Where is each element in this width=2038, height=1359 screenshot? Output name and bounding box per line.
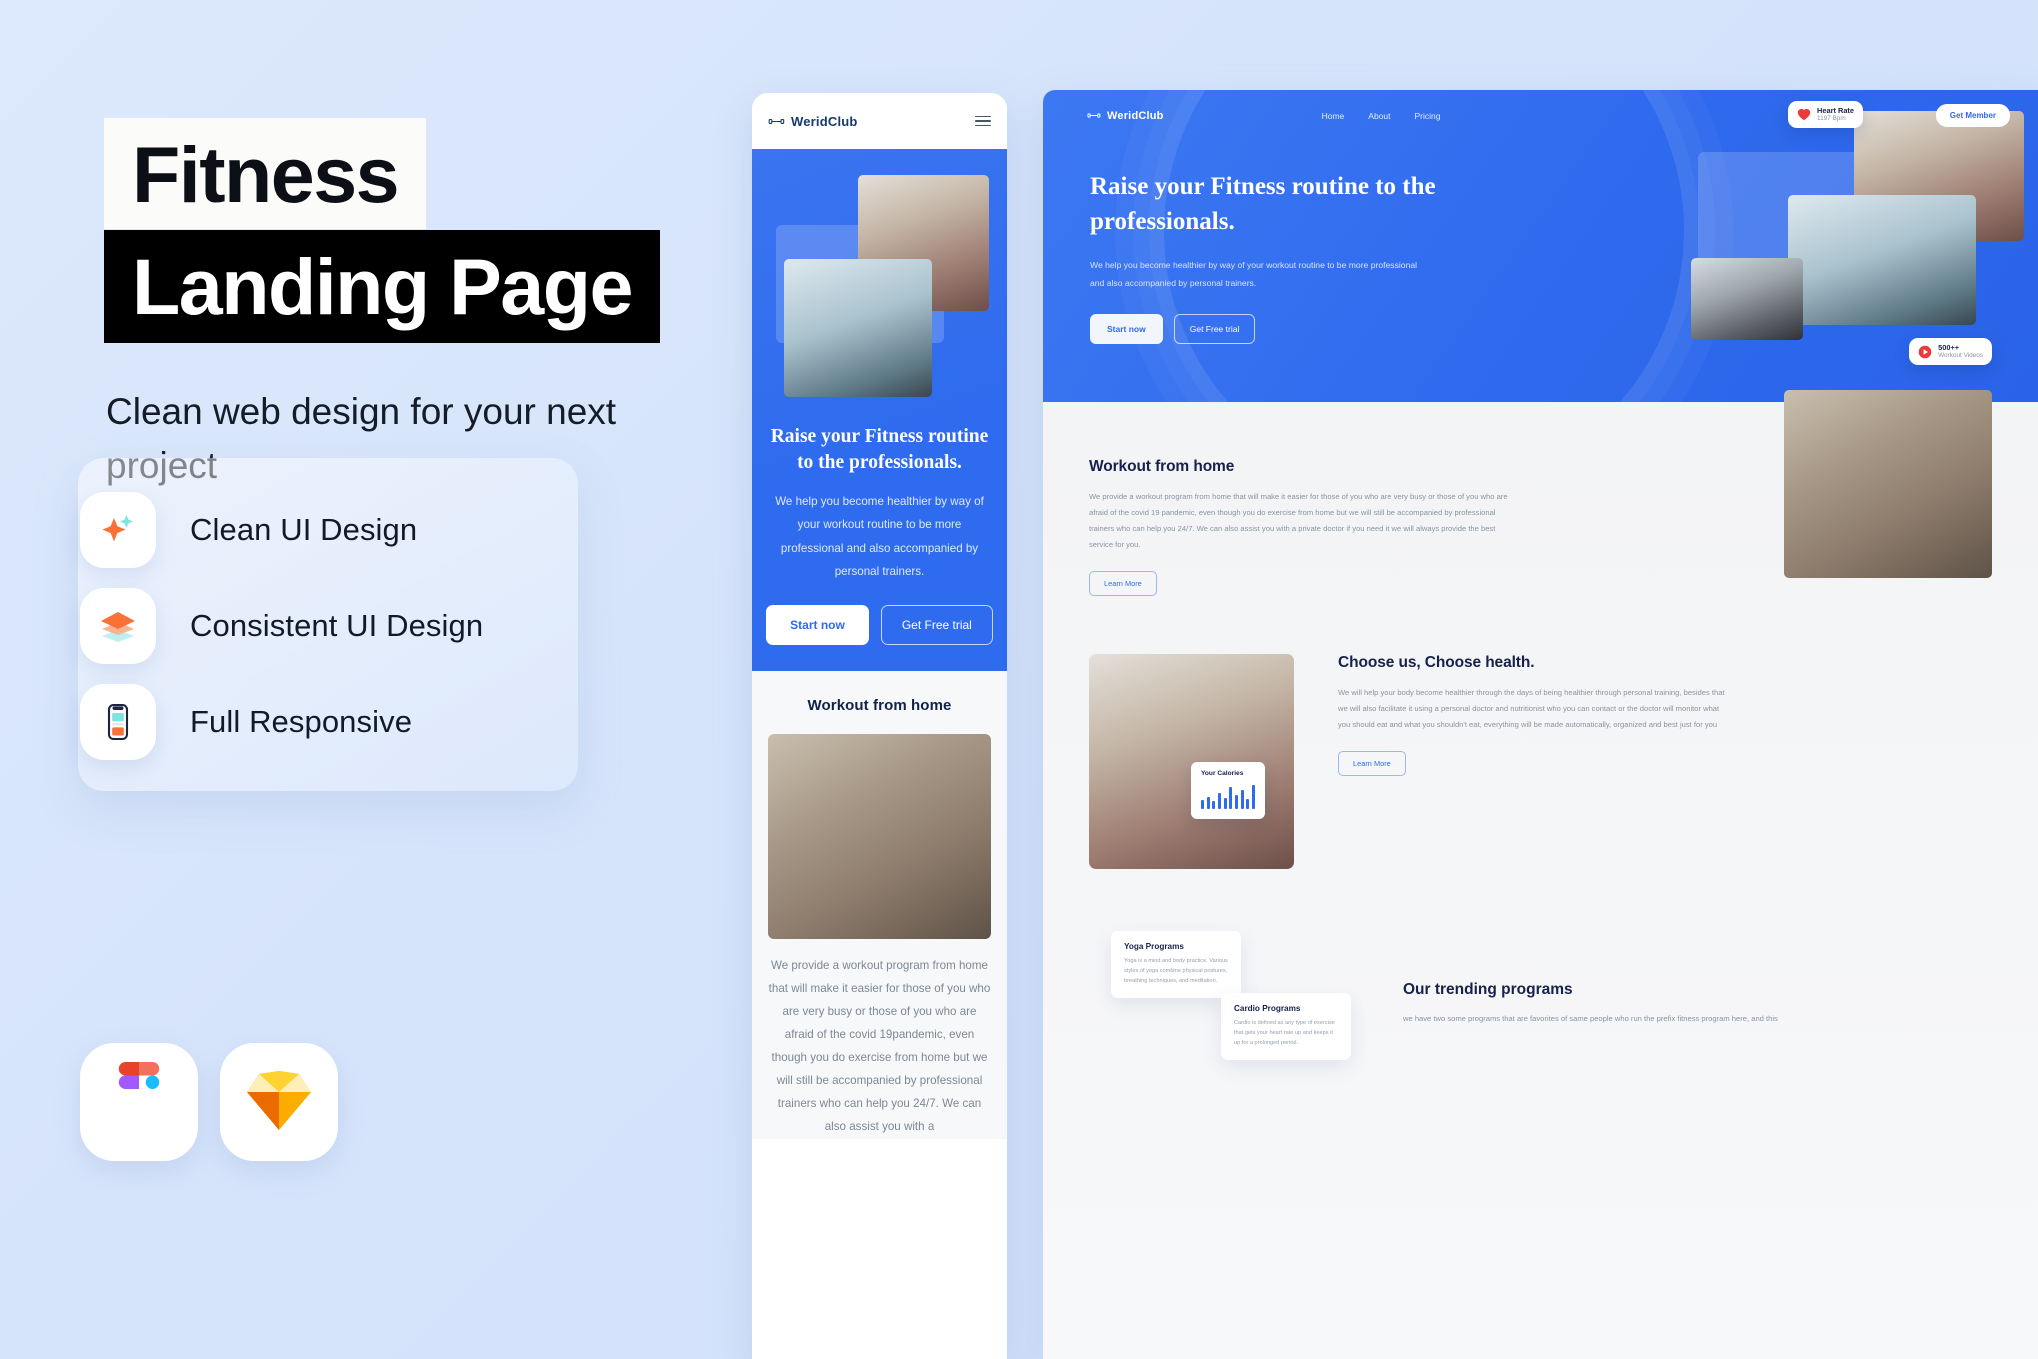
mobile-mockup: WeridClub Raise your Fitness routine to … bbox=[752, 93, 1007, 1359]
desktop-body: Workout from home We provide a workout p… bbox=[1043, 390, 2038, 1359]
programs-section: Yoga Programs Yoga is a mind and body pr… bbox=[1043, 930, 2038, 1141]
hero-photo-small bbox=[1691, 258, 1803, 340]
choose-us-heading: Choose us, Choose health. bbox=[1338, 653, 1535, 671]
learn-more-button[interactable]: Learn More bbox=[1338, 750, 1406, 776]
mobile-hero: Raise your Fitness routine to the profes… bbox=[752, 149, 1007, 671]
desktop-nav-links: Home About Pricing bbox=[1322, 111, 1441, 121]
hamburger-menu-icon[interactable] bbox=[975, 115, 991, 127]
mobile-brand[interactable]: WeridClub bbox=[768, 114, 858, 129]
trending-heading: Our trending programs bbox=[1403, 980, 1573, 998]
nav-link-about[interactable]: About bbox=[1368, 111, 1390, 121]
list-item: Consistent UI Design bbox=[80, 588, 700, 664]
desktop-hero-heading: Raise your Fitness routine to the profes… bbox=[1090, 173, 1436, 235]
desktop-brand[interactable]: WeridClub bbox=[1087, 110, 1164, 122]
workout-paragraph: We provide a workout program from home t… bbox=[1089, 492, 1508, 549]
calories-card-title: Your Calories bbox=[1201, 770, 1244, 777]
workout-from-home-section: Workout from home We provide a workout p… bbox=[1043, 390, 2038, 596]
workout-videos-badge: 500++ Workout Videos bbox=[1909, 338, 1992, 366]
calorie-bar bbox=[1234, 795, 1239, 809]
workout-heading: Workout from home bbox=[1089, 458, 1235, 475]
figma-logo bbox=[80, 1043, 198, 1161]
desktop-hero: WeridClub Home About Pricing Get Member … bbox=[1043, 90, 2038, 402]
mobile-section-heading: Workout from home bbox=[807, 697, 952, 714]
desktop-hero-paragraph: We help you become healthier by way of y… bbox=[1090, 260, 1418, 288]
learn-more-button[interactable]: Learn More bbox=[1089, 570, 1157, 596]
calorie-bar bbox=[1212, 801, 1216, 809]
badge-value: 1197 Bpm bbox=[1817, 115, 1846, 123]
program-description: Cardio is defined as any type of exercis… bbox=[1234, 1019, 1335, 1047]
desktop-navbar: WeridClub Home About Pricing Get Member bbox=[1043, 90, 2038, 127]
choose-us-text-block: Choose us, Choose health. We will help y… bbox=[1338, 654, 1728, 776]
feature-label: Consistent UI Design bbox=[190, 608, 484, 643]
dumbbell-icon bbox=[1087, 113, 1101, 118]
calorie-bar bbox=[1206, 797, 1210, 809]
get-free-trial-button[interactable]: Get Free trial bbox=[1173, 314, 1256, 345]
feature-list: Clean UI Design Consistent UI Design Ful… bbox=[80, 492, 700, 780]
calorie-bar bbox=[1251, 785, 1256, 809]
mobile-workout-section: Workout from home We provide a workout p… bbox=[752, 671, 1007, 1139]
mobile-brand-name: WeridClub bbox=[791, 113, 858, 129]
calorie-bar bbox=[1229, 787, 1233, 809]
workout-photo bbox=[1784, 390, 1992, 578]
trending-paragraph: we have two some programs that are favor… bbox=[1403, 1013, 1778, 1023]
program-card-cardio[interactable]: Cardio Programs Cardio is defined as any… bbox=[1221, 992, 1351, 1060]
mobile-section-paragraph: We provide a workout program from home t… bbox=[768, 959, 991, 1133]
trending-programs-block: Our trending programs we have two some p… bbox=[1403, 981, 1853, 1026]
calorie-bar bbox=[1240, 790, 1244, 809]
mobile-section-photo bbox=[768, 734, 991, 939]
mobile-hero-heading: Raise your Fitness routine to the profes… bbox=[770, 426, 989, 474]
sparkle-icon bbox=[80, 492, 156, 568]
hero-photo-workout bbox=[1788, 195, 1976, 325]
workout-text-block: Workout from home We provide a workout p… bbox=[1089, 458, 1509, 596]
dumbbell-icon bbox=[768, 118, 785, 124]
get-free-trial-button[interactable]: Get Free trial bbox=[880, 605, 993, 645]
badge-title: Heart Rate bbox=[1817, 106, 1854, 115]
calorie-bar bbox=[1223, 798, 1227, 809]
desktop-hero-buttons: Start now Get Free trial bbox=[1090, 314, 1523, 345]
program-title: Yoga Programs bbox=[1124, 941, 1184, 951]
choose-us-paragraph: We will help your body become healthier … bbox=[1338, 687, 1725, 729]
list-item: Full Responsive bbox=[80, 684, 700, 760]
feature-label: Clean UI Design bbox=[190, 512, 418, 547]
program-description: Yoga is a mind and body practice. Variou… bbox=[1124, 957, 1228, 985]
mobile-phone-icon bbox=[80, 684, 156, 760]
mobile-navbar: WeridClub bbox=[752, 93, 1007, 149]
sketch-logo bbox=[220, 1043, 338, 1161]
mobile-hero-buttons: Start now Get Free trial bbox=[752, 605, 1007, 645]
choose-us-section: Choose us, Choose health. We will help y… bbox=[1043, 596, 2038, 869]
calories-bar-chart bbox=[1201, 783, 1256, 809]
calorie-bar bbox=[1246, 799, 1250, 809]
heart-icon bbox=[1797, 109, 1811, 121]
feature-label: Full Responsive bbox=[190, 704, 413, 739]
badge-title: 500++ bbox=[1938, 343, 1960, 352]
start-now-button[interactable]: Start now bbox=[766, 605, 869, 645]
play-icon bbox=[1918, 345, 1932, 358]
mobile-hero-paragraph: We help you become healthier by way of y… bbox=[775, 495, 984, 578]
calorie-bar bbox=[1201, 800, 1205, 809]
calories-card: Your Calories bbox=[1191, 762, 1265, 819]
get-member-button[interactable]: Get Member bbox=[1935, 104, 2010, 127]
hero-photo-workout bbox=[784, 259, 932, 397]
tool-logos bbox=[80, 1043, 338, 1161]
start-now-button[interactable]: Start now bbox=[1090, 314, 1163, 345]
choose-us-photo bbox=[1089, 653, 1294, 869]
nav-link-pricing[interactable]: Pricing bbox=[1415, 111, 1441, 121]
heart-rate-badge: Heart Rate 1197 Bpm bbox=[1788, 101, 1863, 129]
nav-link-home[interactable]: Home bbox=[1322, 111, 1345, 121]
list-item: Clean UI Design bbox=[80, 492, 700, 568]
calorie-bar bbox=[1217, 793, 1222, 809]
badge-value: Workout Videos bbox=[1938, 352, 1983, 360]
desktop-hero-copy: Raise your Fitness routine to the profes… bbox=[1043, 127, 1523, 345]
program-title: Cardio Programs bbox=[1234, 1003, 1301, 1013]
desktop-brand-name: WeridClub bbox=[1107, 109, 1164, 122]
desktop-mockup: WeridClub Home About Pricing Get Member … bbox=[1043, 90, 2038, 1359]
title-line-fitness: Fitness bbox=[104, 118, 427, 229]
layers-icon bbox=[80, 588, 156, 664]
title-line-landing-page: Landing Page bbox=[104, 230, 660, 343]
program-card-yoga[interactable]: Yoga Programs Yoga is a mind and body pr… bbox=[1111, 930, 1241, 998]
mobile-hero-images bbox=[768, 163, 991, 408]
